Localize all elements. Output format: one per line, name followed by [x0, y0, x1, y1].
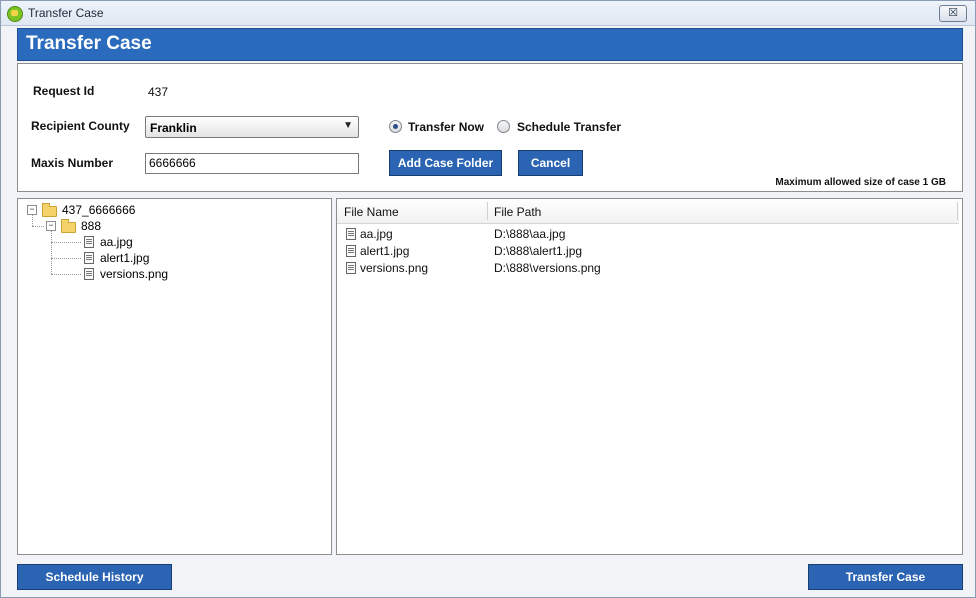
transfer-form-panel: Request Id 437 Recipient County Franklin…: [17, 63, 963, 192]
file-name-cell: aa.jpg: [360, 227, 393, 241]
add-case-folder-button[interactable]: Add Case Folder: [389, 150, 502, 176]
folder-tree[interactable]: − 437_6666666 − 888 aa.jpg alert1.jpg ve…: [17, 198, 332, 555]
folder-icon: [42, 203, 57, 217]
recipient-county-select[interactable]: Franklin ▼: [145, 116, 359, 138]
cancel-button[interactable]: Cancel: [518, 150, 583, 176]
window-title: Transfer Case: [28, 6, 104, 20]
file-list-header: File Name File Path: [337, 199, 959, 224]
schedule-transfer-label[interactable]: Schedule Transfer: [517, 120, 621, 134]
header-band: Transfer Case: [17, 28, 963, 61]
maxis-number-field-box: [145, 153, 359, 174]
file-icon: [84, 268, 94, 280]
recipient-county-label: Recipient County: [31, 119, 130, 133]
tree-connector: [51, 258, 81, 259]
file-list[interactable]: File Name File Path aa.jpg D:\888\aa.jpg…: [336, 198, 963, 555]
transfer-now-label[interactable]: Transfer Now: [408, 120, 484, 134]
close-button[interactable]: ☒: [939, 5, 967, 22]
transfer-case-button[interactable]: Transfer Case: [808, 564, 963, 590]
page-title: Transfer Case: [26, 33, 152, 54]
tree-connector: [32, 226, 44, 227]
request-id-value: 437: [148, 85, 169, 99]
schedule-history-button[interactable]: Schedule History: [17, 564, 172, 590]
column-header-file-name[interactable]: File Name: [344, 205, 399, 219]
file-path-cell: D:\888\alert1.jpg: [494, 244, 583, 258]
close-icon: ☒: [948, 7, 958, 19]
file-path-cell: D:\888\versions.png: [494, 261, 601, 275]
file-icon: [346, 262, 356, 274]
file-name-cell: versions.png: [360, 261, 429, 275]
tree-node-file[interactable]: alert1.jpg: [100, 251, 149, 265]
column-header-file-path[interactable]: File Path: [494, 205, 541, 219]
tree-connector: [51, 242, 81, 243]
tree-connector: [32, 214, 33, 226]
title-bar[interactable]: Transfer Case ☒: [1, 1, 975, 26]
collapse-root-icon[interactable]: −: [27, 205, 37, 215]
tree-node-folder[interactable]: 888: [81, 219, 101, 233]
tree-node-file[interactable]: aa.jpg: [100, 235, 133, 249]
tree-node-file[interactable]: versions.png: [100, 267, 168, 281]
tree-connector: [51, 230, 52, 274]
file-icon: [84, 252, 94, 264]
tree-node-root[interactable]: 437_6666666: [62, 203, 135, 217]
collapse-folder-icon[interactable]: −: [46, 221, 56, 231]
transfer-case-window: Transfer Case ☒ Transfer Case Request Id…: [0, 0, 976, 598]
transfer-now-radio[interactable]: [389, 120, 402, 133]
recipient-county-value: Franklin: [150, 121, 197, 135]
file-icon: [346, 245, 356, 257]
maxis-number-input[interactable]: [146, 154, 354, 171]
file-icon: [346, 228, 356, 240]
file-icon: [84, 236, 94, 248]
max-size-note: Maximum allowed size of case 1 GB: [775, 177, 946, 188]
chevron-down-icon: ▼: [343, 120, 353, 131]
folder-open-icon: [61, 219, 76, 233]
schedule-transfer-radio[interactable]: [497, 120, 510, 133]
tree-connector: [51, 274, 81, 275]
maxis-number-label: Maxis Number: [31, 156, 114, 170]
column-divider[interactable]: [957, 202, 958, 220]
column-divider[interactable]: [487, 202, 488, 220]
file-path-cell: D:\888\aa.jpg: [494, 227, 566, 241]
request-id-label: Request Id: [33, 84, 95, 98]
file-name-cell: alert1.jpg: [360, 244, 410, 258]
app-icon: [7, 6, 23, 22]
